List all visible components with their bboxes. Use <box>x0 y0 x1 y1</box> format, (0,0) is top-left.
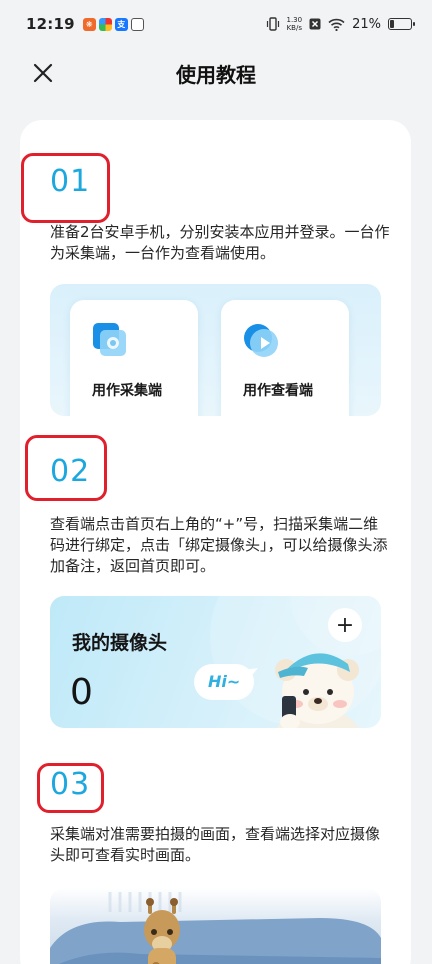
capture-mode-card: 用作采集端 <box>70 300 198 416</box>
step-1-illustration: 用作采集端 用作查看端 <box>50 284 381 416</box>
step-3-illustration <box>50 888 381 964</box>
close-icon[interactable] <box>28 58 58 88</box>
page-title: 使用教程 <box>176 62 256 87</box>
tutorial-card: 01 准备2台安卓手机，分别安装本应用并登录。一台作为采集端，一台作为查看端使用… <box>20 120 411 964</box>
battery-percent: 21% <box>352 16 381 32</box>
vibrate-icon <box>266 17 279 31</box>
battery-icon <box>388 18 415 30</box>
step-2-number: 02 <box>50 454 91 489</box>
notification-icons: ❋ 支 <box>82 17 144 31</box>
battery-level-fill <box>390 20 394 28</box>
step-3-number: 03 <box>50 767 91 802</box>
app-notification-icon: ❋ <box>82 17 96 31</box>
status-time: 12:19 <box>26 15 75 33</box>
giraffe-room-scene <box>50 892 381 964</box>
alipay-icon: 支 <box>114 17 128 31</box>
bubble-text: Hi~ <box>208 672 241 691</box>
net-speed-value: 1.30 <box>286 16 303 24</box>
play-view-icon <box>244 324 278 357</box>
header: 使用教程 <box>0 48 432 98</box>
app-notification-icon <box>130 17 144 31</box>
step-2-illustration: 我的摄像头 0 + Hi~ <box>50 596 381 728</box>
my-cameras-title: 我的摄像头 <box>72 632 168 654</box>
view-mode-card: 用作查看端 <box>221 300 349 416</box>
status-bar: 12:19 ❋ 支 1.30 KB/s 21% <box>0 0 432 48</box>
net-speed: 1.30 KB/s <box>287 16 303 32</box>
wifi-icon <box>328 18 345 31</box>
capture-mode-label: 用作采集端 <box>92 383 162 399</box>
camera-count: 0 <box>70 672 93 713</box>
app-notification-icon <box>98 17 112 31</box>
step-2-text: 查看端点击首页右上角的“+”号，扫描采集端二维码进行绑定，点击「绑定摄像头」，可… <box>50 515 388 575</box>
net-speed-unit: KB/s <box>286 24 302 32</box>
camera-capture-icon <box>93 323 126 356</box>
bear-mascot-illustration <box>275 653 359 728</box>
view-mode-label: 用作查看端 <box>243 383 313 399</box>
step-1-text: 准备2台安卓手机，分别安装本应用并登录。一台作为采集端，一台作为查看端使用。 <box>50 223 390 262</box>
close-box-icon <box>309 18 321 30</box>
status-right: 1.30 KB/s 21% <box>266 16 415 32</box>
step-1-number: 01 <box>50 164 91 199</box>
step-3-text: 采集端对准需要拍摄的画面，查看端选择对应摄像头即可查看实时画面。 <box>50 825 381 864</box>
